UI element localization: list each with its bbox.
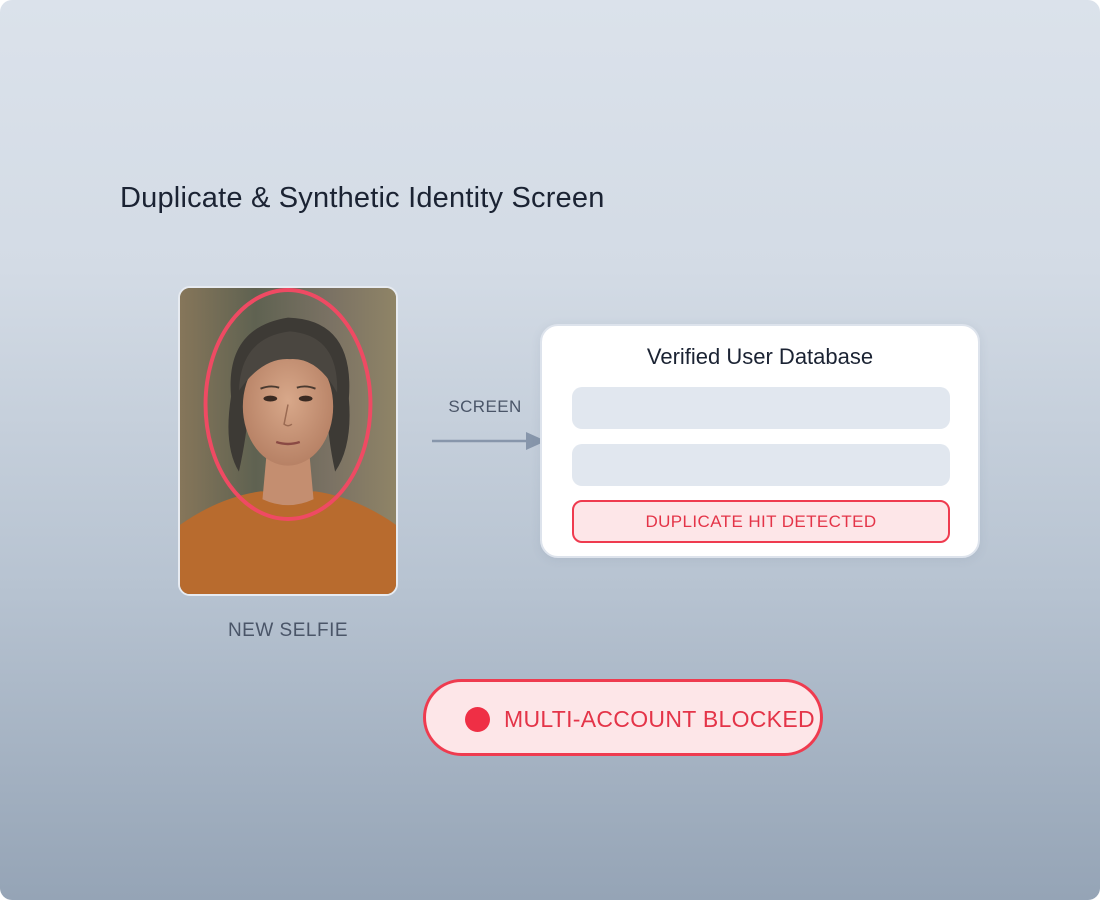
selfie-photo (178, 286, 398, 596)
status-badge: MULTI-ACCOUNT BLOCKED (423, 679, 823, 756)
status-label: MULTI-ACCOUNT BLOCKED (504, 706, 815, 732)
database-panel: Verified User Database DUPLICATE HIT DET… (540, 324, 980, 558)
diagram-canvas: Duplicate & Synthetic Identity Screen NE… (0, 0, 1100, 900)
duplicate-hit-record: DUPLICATE HIT DETECTED (572, 500, 950, 543)
arrow-right-icon (432, 432, 546, 450)
selfie-caption: NEW SELFIE (227, 620, 349, 641)
portrait-illustration (180, 288, 396, 594)
database-record-placeholder (572, 387, 950, 429)
alert-dot-icon (465, 707, 490, 732)
arrow-label: SCREEN (448, 397, 522, 416)
database-title: Verified User Database (646, 344, 874, 369)
database-record-placeholder (572, 444, 950, 486)
page-title: Duplicate & Synthetic Identity Screen (120, 182, 605, 214)
